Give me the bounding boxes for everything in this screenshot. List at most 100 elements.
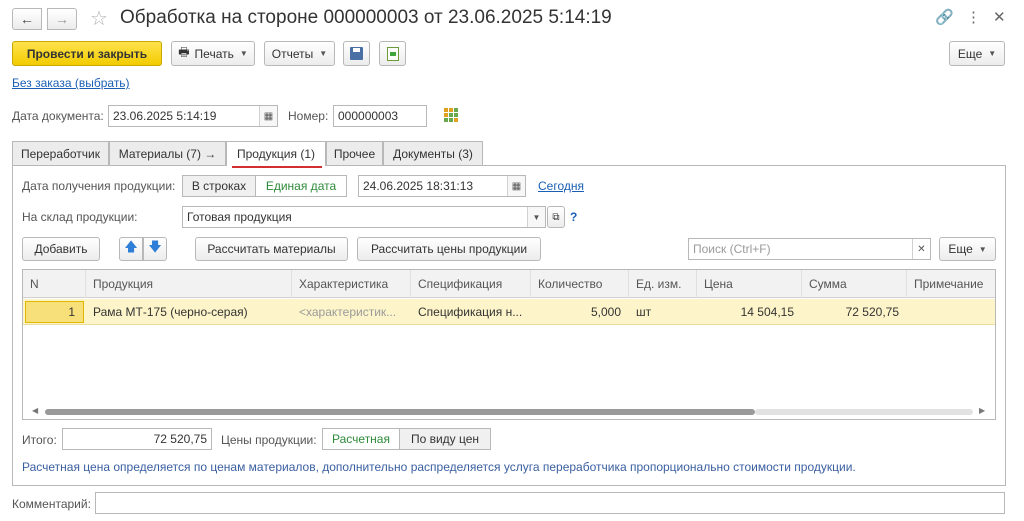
cell-unit[interactable]: шт — [629, 299, 697, 325]
link-icon[interactable]: 🔗 — [935, 8, 954, 26]
active-tab-underline — [232, 166, 322, 168]
cell-characteristic[interactable]: <характеристик... — [292, 299, 411, 325]
mode-rows-button[interactable]: В строках — [182, 175, 256, 197]
back-button[interactable]: ← — [12, 8, 42, 30]
tab-documents[interactable]: Документы (3) — [383, 141, 483, 165]
window-title: Обработка на стороне 000000003 от 23.06.… — [120, 7, 612, 28]
table-more-button[interactable]: Еще ▼ — [939, 237, 996, 261]
floppy-disk-icon — [350, 47, 363, 60]
col-header-unit[interactable]: Ед. изм. — [629, 270, 697, 298]
chevron-down-icon[interactable]: ▼ — [527, 207, 545, 227]
more-vertical-icon[interactable]: ⋮ — [966, 8, 981, 26]
chevron-down-icon: ▼ — [988, 49, 997, 58]
reports-button[interactable]: Отчеты ▼ — [264, 41, 335, 66]
total-value: 72 520,75 — [153, 432, 207, 446]
open-link-icon: ⧉ — [552, 211, 560, 223]
mode-single-label: Единая дата — [265, 179, 337, 193]
cell-spec[interactable]: Спецификация н... — [411, 299, 531, 325]
star-icon[interactable]: ☆ — [90, 6, 108, 31]
calendar-icon[interactable]: ▦ — [507, 176, 525, 196]
col-header-note[interactable]: Примечание — [907, 270, 995, 298]
doc-date-label: Дата документа: — [12, 109, 104, 123]
col-header-characteristic[interactable]: Характеристика — [292, 270, 411, 298]
tab-label: Переработчик — [21, 146, 100, 161]
tab-processor[interactable]: Переработчик — [12, 141, 109, 165]
chevron-down-icon: ▼ — [978, 244, 987, 254]
help-icon[interactable]: ? — [570, 210, 577, 224]
horizontal-scrollbar[interactable]: ◀ ▶ — [23, 405, 995, 419]
move-down-button[interactable]: 🡇 — [143, 237, 167, 261]
arrow-right-icon: → — [55, 11, 69, 27]
more-button[interactable]: Еще ▼ — [949, 41, 1005, 66]
tab-other[interactable]: Прочее — [326, 141, 383, 165]
arrow-down-icon: 🡇 — [148, 239, 162, 254]
clear-search-icon[interactable]: ✕ — [912, 239, 930, 259]
post-button[interactable] — [379, 41, 406, 66]
doc-number-field[interactable]: 000000003 — [333, 105, 427, 127]
cell-n[interactable]: 1 — [25, 301, 84, 323]
calc-materials-label: Рассчитать материалы — [207, 242, 336, 256]
tab-label: Материалы (7) → — [118, 146, 217, 161]
printer-icon: 🖶 — [178, 45, 190, 59]
close-icon[interactable]: ✕ — [993, 8, 1006, 26]
more-label: Еще — [957, 46, 983, 61]
total-field: 72 520,75 — [62, 428, 212, 450]
mode-single-date-button[interactable]: Единая дата — [255, 175, 347, 197]
receive-date-value: 24.06.2025 18:31:13 — [363, 179, 474, 193]
arrow-up-icon: 🡅 — [124, 239, 138, 254]
warehouse-value: Готовая продукция — [187, 210, 292, 224]
col-header-n[interactable]: N — [23, 270, 86, 298]
scroll-left-icon[interactable]: ◀ — [32, 406, 38, 415]
col-header-sum[interactable]: Сумма — [802, 270, 907, 298]
doc-date-field[interactable]: 23.06.2025 5:14:19 ▦ — [108, 105, 278, 127]
search-input[interactable]: Поиск (Ctrl+F) ✕ — [688, 238, 931, 260]
mode-rows-label: В строках — [191, 179, 247, 193]
calc-prices-label: Рассчитать цены продукции — [370, 242, 528, 256]
col-header-qty[interactable]: Количество — [531, 270, 629, 298]
col-header-product[interactable]: Продукция — [86, 270, 292, 298]
cell-product[interactable]: Рама МТ-175 (черно-серая) — [86, 299, 292, 325]
warehouse-label: На склад продукции: — [22, 210, 138, 224]
tab-label: Продукция (1) — [236, 147, 316, 161]
post-document-icon — [386, 46, 399, 61]
open-warehouse-button[interactable]: ⧉ — [547, 206, 565, 228]
table-more-label: Еще — [948, 242, 973, 256]
search-placeholder: Поиск (Ctrl+F) — [693, 242, 771, 256]
cell-price[interactable]: 14 504,15 — [697, 299, 802, 325]
add-button[interactable]: Добавить — [22, 237, 100, 261]
scrollbar-thumb[interactable] — [45, 409, 755, 415]
tab-materials[interactable]: Материалы (7) → — [109, 141, 226, 165]
tab-products[interactable]: Продукция (1) — [226, 141, 326, 166]
receive-date-field[interactable]: 24.06.2025 18:31:13 ▦ — [358, 175, 526, 197]
warehouse-field[interactable]: Готовая продукция ▼ — [182, 206, 546, 228]
calc-materials-button[interactable]: Рассчитать материалы — [195, 237, 348, 261]
price-calc-button[interactable]: Расчетная — [322, 428, 400, 450]
calendar-icon[interactable]: ▦ — [259, 106, 277, 126]
price-kind-label: По виду цен — [410, 432, 480, 446]
cell-sum[interactable]: 72 520,75 — [802, 299, 907, 325]
chevron-down-icon: ▼ — [239, 49, 248, 58]
chevron-down-icon: ▼ — [319, 49, 328, 58]
grid-dots-icon[interactable] — [444, 108, 458, 122]
calc-prices-button[interactable]: Рассчитать цены продукции — [357, 237, 541, 261]
scroll-right-icon[interactable]: ▶ — [979, 406, 985, 415]
price-calc-label: Расчетная — [332, 432, 390, 446]
cell-note[interactable] — [907, 299, 995, 325]
post-and-close-button[interactable]: Провести и закрыть — [12, 41, 162, 66]
save-button[interactable] — [343, 41, 370, 66]
comment-field[interactable] — [95, 492, 1005, 514]
total-label: Итого: — [22, 433, 57, 447]
doc-number-label: Номер: — [288, 109, 329, 123]
forward-button[interactable]: → — [47, 8, 77, 30]
doc-number-value: 000000003 — [338, 109, 399, 123]
today-link[interactable]: Сегодня — [538, 179, 584, 193]
col-header-spec[interactable]: Спецификация — [411, 270, 531, 298]
order-select-link[interactable]: Без заказа (выбрать) — [12, 76, 130, 90]
move-up-button[interactable]: 🡅 — [119, 237, 143, 261]
col-header-price[interactable]: Цена — [697, 270, 802, 298]
reports-label: Отчеты — [271, 46, 314, 61]
cell-qty[interactable]: 5,000 — [531, 299, 629, 325]
price-kind-button[interactable]: По виду цен — [399, 428, 491, 450]
arrow-left-icon: ← — [20, 11, 34, 27]
print-button[interactable]: 🖶 Печать ▼ — [171, 41, 255, 66]
